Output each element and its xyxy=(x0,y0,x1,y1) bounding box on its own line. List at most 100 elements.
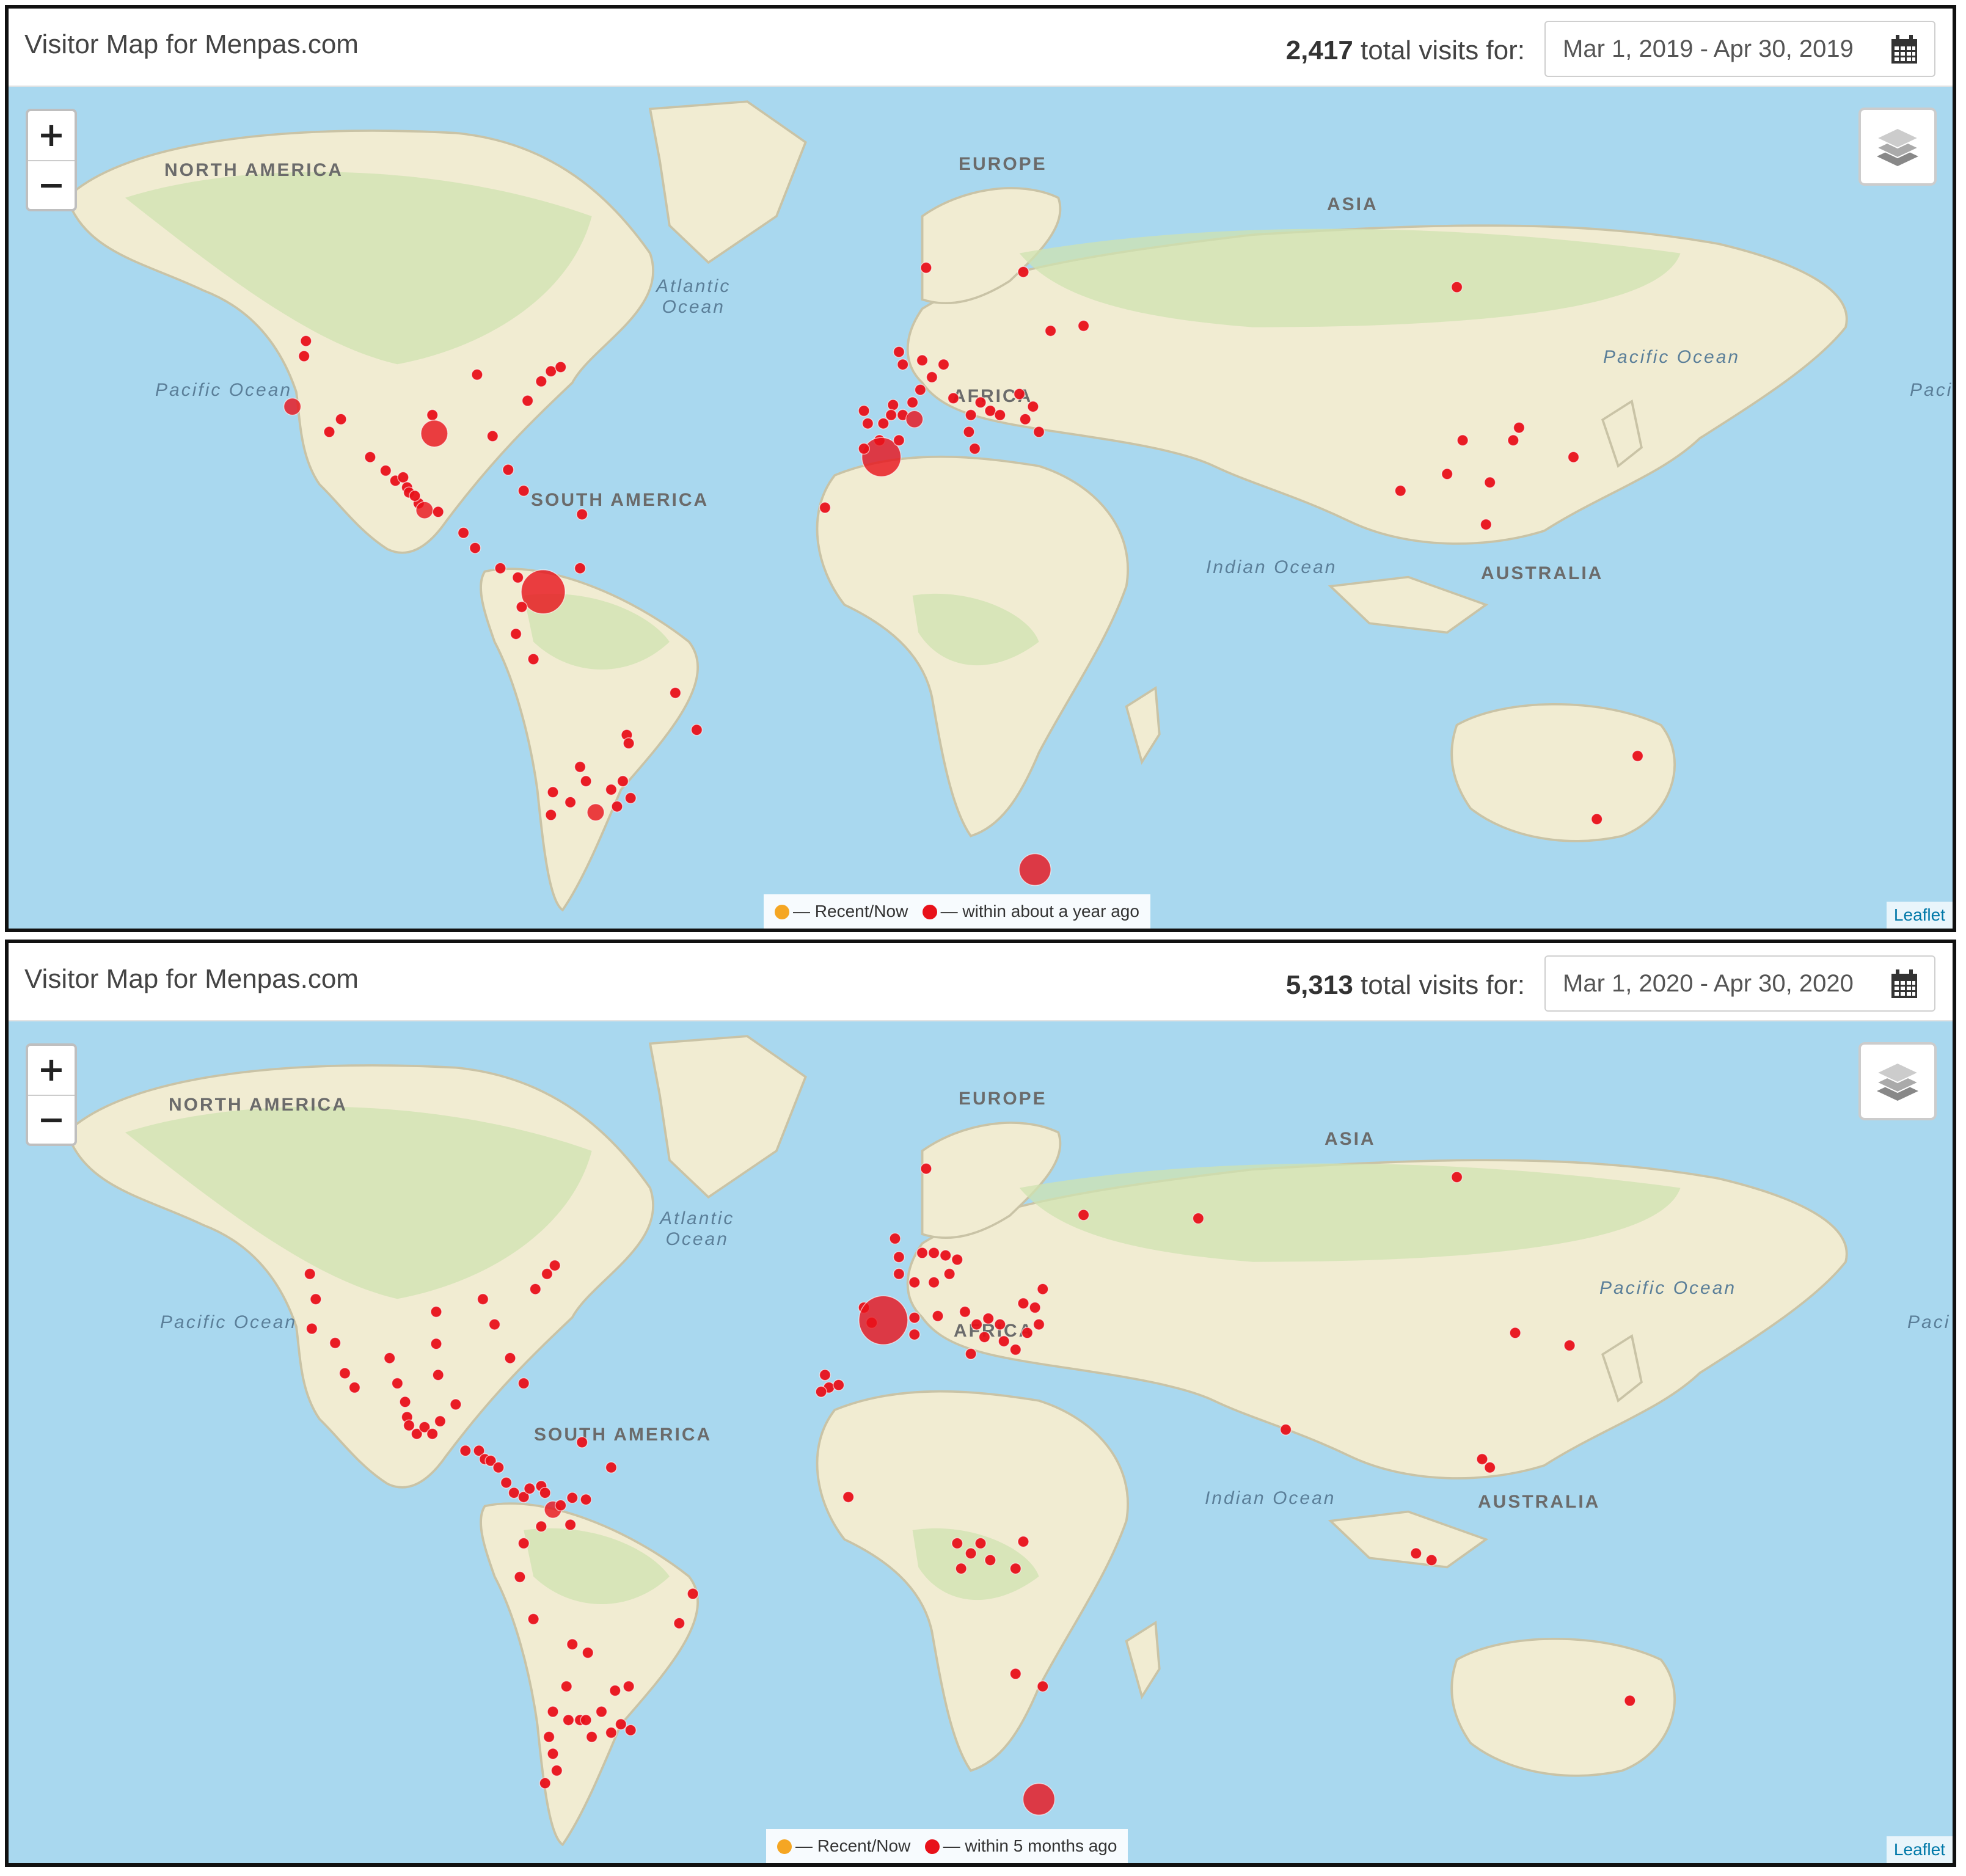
visit-marker[interactable] xyxy=(547,786,559,798)
visit-marker[interactable] xyxy=(329,1337,342,1349)
visit-marker[interactable] xyxy=(623,737,635,750)
visit-marker[interactable] xyxy=(379,464,392,477)
visit-marker[interactable] xyxy=(510,627,522,640)
visit-marker[interactable] xyxy=(1044,324,1057,337)
calendar-icon[interactable] xyxy=(1890,34,1918,65)
visit-marker[interactable] xyxy=(547,1748,559,1760)
visit-marker[interactable] xyxy=(916,1247,929,1259)
visit-marker[interactable] xyxy=(527,653,539,665)
visit-marker[interactable] xyxy=(1483,476,1496,489)
visit-marker[interactable] xyxy=(566,1492,579,1504)
visit-marker[interactable] xyxy=(1456,434,1469,447)
visit-marker[interactable] xyxy=(926,371,938,384)
visit-marker[interactable] xyxy=(1077,1209,1090,1221)
visit-marker[interactable] xyxy=(877,417,890,429)
visit-marker[interactable] xyxy=(669,687,682,699)
date-range-picker[interactable]: Mar 1, 2019 - Apr 30, 2019 xyxy=(1544,21,1935,77)
visit-marker[interactable] xyxy=(959,1305,971,1318)
visit-marker[interactable] xyxy=(1563,1339,1576,1352)
visit-marker[interactable] xyxy=(965,409,977,422)
visit-marker[interactable] xyxy=(885,409,897,422)
visit-marker[interactable] xyxy=(554,361,567,373)
visit-marker[interactable] xyxy=(564,796,577,809)
zoom-out-button[interactable]: − xyxy=(28,161,75,210)
visit-marker[interactable] xyxy=(1509,1327,1521,1339)
visit-marker[interactable] xyxy=(1009,1562,1022,1575)
visit-marker[interactable] xyxy=(517,1537,530,1550)
visit-marker[interactable] xyxy=(535,1520,547,1533)
visit-marker[interactable] xyxy=(978,1331,991,1343)
visit-marker[interactable] xyxy=(1077,319,1090,332)
visit-marker[interactable] xyxy=(471,368,483,381)
visit-marker[interactable] xyxy=(908,1276,921,1288)
visit-marker[interactable] xyxy=(1018,853,1051,886)
visit-marker[interactable] xyxy=(605,1726,618,1739)
visit-marker[interactable] xyxy=(951,1254,963,1266)
visit-marker[interactable] xyxy=(1017,266,1029,278)
visit-marker[interactable] xyxy=(432,506,444,518)
visit-marker[interactable] xyxy=(842,1491,855,1503)
visit-marker[interactable] xyxy=(906,396,919,409)
visit-marker[interactable] xyxy=(984,1554,996,1566)
visit-marker[interactable] xyxy=(486,430,499,442)
visit-marker[interactable] xyxy=(517,1377,530,1390)
visit-marker[interactable] xyxy=(576,1436,588,1448)
visit-marker[interactable] xyxy=(974,396,987,409)
visit-marker[interactable] xyxy=(943,1268,956,1280)
visit-marker[interactable] xyxy=(616,775,629,787)
visit-marker[interactable] xyxy=(858,442,870,455)
visit-marker[interactable] xyxy=(687,1588,699,1600)
visit-marker[interactable] xyxy=(982,1312,995,1325)
visit-marker[interactable] xyxy=(815,1385,827,1398)
visit-marker[interactable] xyxy=(1017,1535,1029,1548)
visit-marker[interactable] xyxy=(690,724,703,736)
world-map[interactable]: NORTH AMERICA SOUTH AMERICA EUROPE AFRIC… xyxy=(9,87,1953,929)
visit-marker[interactable] xyxy=(1450,1171,1463,1183)
visit-marker[interactable] xyxy=(893,434,905,447)
visit-marker[interactable] xyxy=(819,502,831,514)
visit-marker[interactable] xyxy=(605,783,618,796)
visit-marker[interactable] xyxy=(968,442,981,455)
zoom-out-button[interactable]: − xyxy=(28,1096,75,1145)
leaflet-attribution-link[interactable]: Leaflet xyxy=(1886,1836,1953,1863)
visit-marker[interactable] xyxy=(426,1428,439,1440)
visit-marker[interactable] xyxy=(1192,1212,1205,1225)
visit-marker[interactable] xyxy=(1590,813,1603,825)
world-map[interactable]: NORTH AMERICA SOUTH AMERICA EUROPE AFRIC… xyxy=(9,1021,1953,1863)
visit-marker[interactable] xyxy=(587,803,605,822)
visit-marker[interactable] xyxy=(488,1318,501,1330)
visit-marker[interactable] xyxy=(511,571,524,584)
visit-marker[interactable] xyxy=(521,569,566,615)
date-range-picker[interactable]: Mar 1, 2020 - Apr 30, 2020 xyxy=(1544,955,1935,1012)
visit-marker[interactable] xyxy=(908,1328,921,1341)
visit-marker[interactable] xyxy=(539,1777,551,1789)
visit-marker[interactable] xyxy=(580,775,592,787)
visit-marker[interactable] xyxy=(432,1369,444,1381)
visit-marker[interactable] xyxy=(521,395,534,407)
visit-marker[interactable] xyxy=(502,464,514,476)
visit-marker[interactable] xyxy=(459,1445,472,1457)
visit-marker[interactable] xyxy=(1013,388,1026,400)
visit-marker[interactable] xyxy=(477,1293,489,1305)
visit-marker[interactable] xyxy=(916,354,929,367)
visit-marker[interactable] xyxy=(963,426,975,438)
visit-marker[interactable] xyxy=(494,562,506,574)
visit-marker[interactable] xyxy=(529,1283,542,1295)
visit-marker[interactable] xyxy=(574,562,587,574)
visit-marker[interactable] xyxy=(1029,1301,1041,1314)
visit-marker[interactable] xyxy=(1037,1680,1049,1693)
layers-control[interactable] xyxy=(1858,1042,1937,1120)
visit-marker[interactable] xyxy=(893,1268,905,1280)
visit-marker[interactable] xyxy=(450,1398,462,1411)
visit-marker[interactable] xyxy=(469,542,481,554)
visit-marker[interactable] xyxy=(517,484,530,497)
visit-marker[interactable] xyxy=(1009,1343,1022,1356)
visit-marker[interactable] xyxy=(283,397,302,416)
visit-marker[interactable] xyxy=(492,1461,505,1474)
visit-marker[interactable] xyxy=(1425,1554,1438,1566)
leaflet-attribution-link[interactable]: Leaflet xyxy=(1886,902,1953,929)
visit-marker[interactable] xyxy=(951,1537,963,1550)
visit-marker[interactable] xyxy=(298,350,310,362)
visit-marker[interactable] xyxy=(514,1571,526,1583)
visit-marker[interactable] xyxy=(426,409,439,422)
